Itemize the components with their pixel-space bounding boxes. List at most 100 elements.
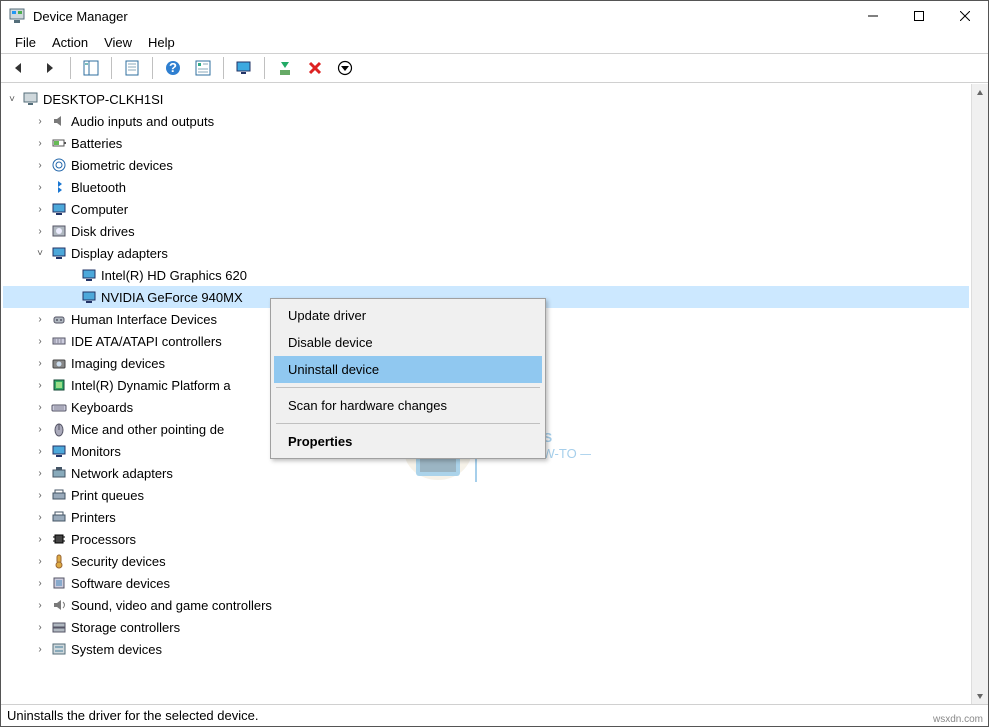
category-node[interactable]: › Software devices	[3, 572, 969, 594]
node-label: Intel(R) HD Graphics 620	[101, 268, 247, 283]
down-arrow-circle-icon	[337, 60, 353, 76]
window-title: Device Manager	[33, 9, 850, 24]
maximize-button[interactable]	[896, 1, 942, 31]
expand-icon[interactable]: ›	[33, 422, 47, 436]
expand-icon[interactable]: ›	[33, 180, 47, 194]
expand-icon[interactable]: ›	[33, 488, 47, 502]
context-menu-item[interactable]: Scan for hardware changes	[274, 392, 542, 419]
category-node[interactable]: › Audio inputs and outputs	[3, 110, 969, 132]
window-controls	[850, 1, 988, 31]
node-label: Disk drives	[71, 224, 135, 239]
uninstall-device-button[interactable]	[302, 56, 328, 80]
node-label: Intel(R) Dynamic Platform a	[71, 378, 231, 393]
node-label: Software devices	[71, 576, 170, 591]
close-button[interactable]	[942, 1, 988, 31]
menu-help[interactable]: Help	[140, 33, 183, 52]
expand-icon[interactable]: ›	[33, 356, 47, 370]
properties-icon	[124, 60, 140, 76]
category-node[interactable]: ˅Display adapters	[3, 242, 969, 264]
context-menu-item[interactable]: Properties	[274, 428, 542, 455]
menu-view[interactable]: View	[96, 33, 140, 52]
expand-icon[interactable]: ›	[33, 576, 47, 590]
expand-icon[interactable]: ›	[33, 136, 47, 150]
category-node[interactable]: › Biometric devices	[3, 154, 969, 176]
minimize-button[interactable]	[850, 1, 896, 31]
collapse-icon[interactable]: ˅	[5, 92, 19, 106]
disable-device-button[interactable]	[332, 56, 358, 80]
expand-icon[interactable]: ›	[33, 598, 47, 612]
context-menu-item[interactable]: Disable device	[274, 329, 542, 356]
category-node[interactable]: › Network adapters	[3, 462, 969, 484]
device-node[interactable]: Intel(R) HD Graphics 620	[3, 264, 969, 286]
action-menu-button[interactable]	[190, 56, 216, 80]
toolbar: ?	[1, 53, 988, 83]
node-label: Monitors	[71, 444, 121, 459]
monitor-refresh-icon	[236, 60, 252, 76]
scroll-up-button[interactable]	[972, 84, 988, 101]
category-node[interactable]: › Batteries	[3, 132, 969, 154]
x-delete-icon	[307, 60, 323, 76]
category-node[interactable]: › Disk drives	[3, 220, 969, 242]
properties-button[interactable]	[119, 56, 145, 80]
expand-icon[interactable]: ›	[33, 312, 47, 326]
svg-text:?: ?	[169, 60, 177, 75]
titlebar[interactable]: Device Manager	[1, 1, 988, 31]
expand-icon[interactable]: ›	[33, 444, 47, 458]
update-driver-button[interactable]	[272, 56, 298, 80]
context-menu-item[interactable]: Update driver	[274, 302, 542, 329]
node-label: DESKTOP-CLKH1SI	[43, 92, 163, 107]
menu-action[interactable]: Action	[44, 33, 96, 52]
category-node[interactable]: ›Computer	[3, 198, 969, 220]
node-label: NVIDIA GeForce 940MX	[101, 290, 243, 305]
expand-icon[interactable]: ›	[33, 642, 47, 656]
category-node[interactable]: ›Processors	[3, 528, 969, 550]
expand-icon[interactable]: ›	[33, 532, 47, 546]
node-label: IDE ATA/ATAPI controllers	[71, 334, 222, 349]
expand-icon[interactable]: ›	[33, 224, 47, 238]
node-label: Batteries	[71, 136, 122, 151]
menubar: File Action View Help	[1, 31, 988, 53]
separator	[264, 57, 265, 79]
arrow-left-icon	[12, 61, 28, 75]
vertical-scrollbar[interactable]	[971, 84, 988, 704]
expand-icon[interactable]: ›	[33, 334, 47, 348]
back-button[interactable]	[7, 56, 33, 80]
node-label: Network adapters	[71, 466, 173, 481]
expand-icon[interactable]: ›	[33, 114, 47, 128]
category-node[interactable]: ›Storage controllers	[3, 616, 969, 638]
category-node[interactable]: ›Sound, video and game controllers	[3, 594, 969, 616]
content-area: ˅ DESKTOP-CLKH1SI › Audio inputs and output…	[1, 83, 988, 704]
expand-icon[interactable]: ›	[33, 202, 47, 216]
category-node[interactable]: ›System devices	[3, 638, 969, 660]
node-label: Imaging devices	[71, 356, 165, 371]
category-node[interactable]: ›Security devices	[3, 550, 969, 572]
scan-hardware-button[interactable]	[231, 56, 257, 80]
expand-icon[interactable]: ˅	[33, 246, 47, 260]
category-node[interactable]: ›Print queues	[3, 484, 969, 506]
separator	[70, 57, 71, 79]
expand-icon[interactable]: ›	[33, 158, 47, 172]
show-hide-tree-button[interactable]	[78, 56, 104, 80]
expand-icon[interactable]: ›	[33, 620, 47, 634]
node-label: Audio inputs and outputs	[71, 114, 214, 129]
expand-icon[interactable]: ›	[33, 400, 47, 414]
help-button[interactable]: ?	[160, 56, 186, 80]
node-label: Mice and other pointing de	[71, 422, 224, 437]
menu-file[interactable]: File	[7, 33, 44, 52]
tree-root[interactable]: ˅ DESKTOP-CLKH1SI	[3, 88, 969, 110]
category-node[interactable]: ›Bluetooth	[3, 176, 969, 198]
category-node[interactable]: › Printers	[3, 506, 969, 528]
node-label: Printers	[71, 510, 116, 525]
app-icon	[9, 8, 25, 24]
node-label: Biometric devices	[71, 158, 173, 173]
help-icon: ?	[165, 60, 181, 76]
separator	[223, 57, 224, 79]
context-menu-item[interactable]: Uninstall device	[274, 356, 542, 383]
expand-icon[interactable]: ›	[33, 554, 47, 568]
expand-icon[interactable]: ›	[33, 378, 47, 392]
separator	[152, 57, 153, 79]
forward-button[interactable]	[37, 56, 63, 80]
expand-icon[interactable]: ›	[33, 466, 47, 480]
scroll-down-button[interactable]	[972, 687, 988, 704]
expand-icon[interactable]: ›	[33, 510, 47, 524]
